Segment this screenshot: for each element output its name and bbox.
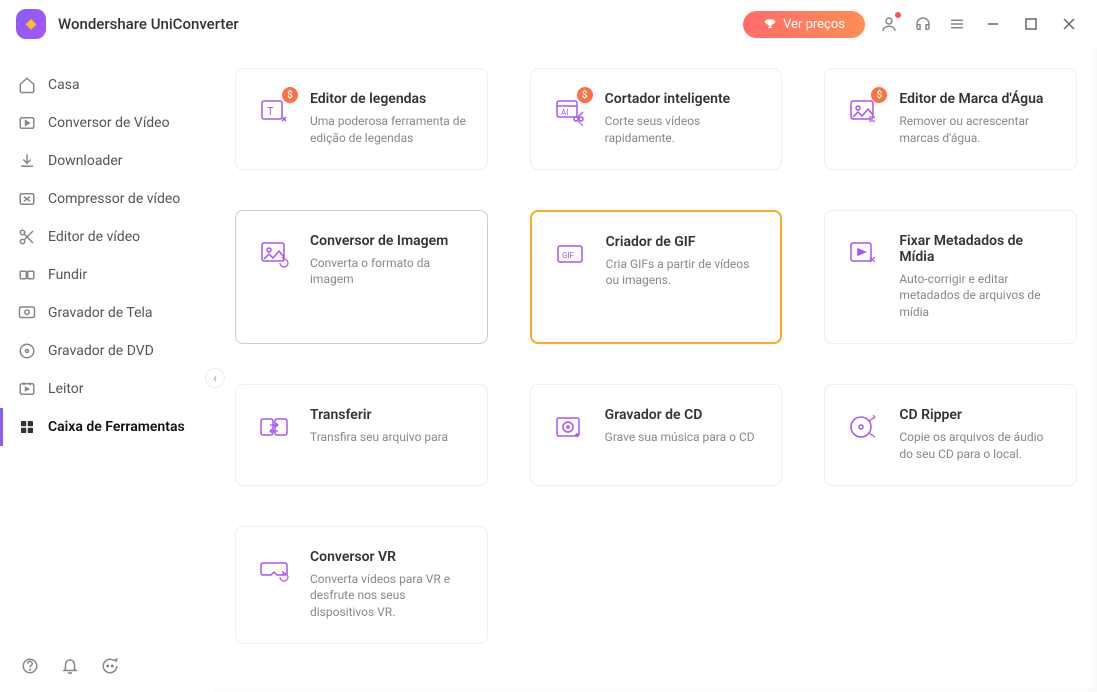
paid-badge-icon: $ [282,87,298,103]
sidebar-item-dvd-burner[interactable]: Gravador de DVD [0,332,215,370]
sidebar-label: Caixa de Ferramentas [48,419,185,435]
app-title: Wondershare UniConverter [58,15,239,33]
tool-title: Fixar Metadados de Mídia [899,233,1058,265]
tool-title: Criador de GIF [606,234,763,250]
tool-title: Gravador de CD [605,407,764,423]
tool-title: CD Ripper [899,407,1058,423]
svg-text:AI: AI [561,108,568,117]
tool-title: Conversor VR [310,549,469,565]
smart-cut-icon: AI $ [549,91,589,131]
maximize-button[interactable] [1019,12,1043,36]
pricing-label: Ver preços [783,17,845,32]
player-icon [18,380,36,398]
dvd-icon [18,342,36,360]
subtitle-icon: T $ [254,91,294,131]
sidebar-label: Casa [48,77,80,93]
bell-icon[interactable] [60,656,80,676]
tool-desc: Transfira seu arquivo para [310,429,469,446]
screen-record-icon [18,304,36,322]
tool-desc: Copie os arquivos de áudio do seu CD par… [899,429,1058,463]
gif-icon: GIF [550,234,590,274]
sidebar-item-toolbox[interactable]: Caixa de Ferramentas [0,408,215,446]
tool-desc: Grave sua música para o CD [605,429,764,446]
titlebar: ◆ Wondershare UniConverter Ver preços [0,0,1097,48]
sidebar-item-merge[interactable]: Fundir [0,256,215,294]
tool-card-transfer[interactable]: Transferir Transfira seu arquivo para [235,384,488,486]
scissors-icon [18,228,36,246]
sidebar: Casa Conversor de Vídeo Downloader Compr… [0,48,215,692]
sidebar-label: Downloader [48,153,123,169]
user-icon[interactable] [879,14,899,34]
cd-burn-icon [549,407,589,447]
home-icon [18,76,36,94]
tool-card-image-converter[interactable]: Conversor de Imagem Converta o formato d… [235,210,488,344]
sidebar-item-editor[interactable]: Editor de vídeo [0,218,215,256]
pricing-button[interactable]: Ver preços [743,11,865,38]
transfer-icon [254,407,294,447]
tool-title: Editor de legendas [310,91,469,107]
toolbox-icon [18,418,36,436]
vr-icon [254,549,294,589]
help-icon[interactable] [20,656,40,676]
sidebar-label: Conversor de Vídeo [48,115,170,131]
paid-badge-icon: $ [577,87,593,103]
tool-card-fix-metadata[interactable]: Fixar Metadados de Mídia Auto-corrigir e… [824,210,1077,344]
minimize-button[interactable] [981,12,1005,36]
sidebar-item-converter[interactable]: Conversor de Vídeo [0,104,215,142]
tool-card-watermark[interactable]: $ Editor de Marca d'Água Remover ou acre… [824,68,1077,170]
tool-card-cd-burner[interactable]: Gravador de CD Grave sua música para o C… [530,384,783,486]
sidebar-label: Leitor [48,381,84,397]
tool-title: Cortador inteligente [605,91,764,107]
tool-title: Transferir [310,407,469,423]
sidebar-item-home[interactable]: Casa [0,66,215,104]
sidebar-item-player[interactable]: Leitor [0,370,215,408]
sidebar-item-compressor[interactable]: Compressor de vídeo [0,180,215,218]
menu-icon[interactable] [947,14,967,34]
tool-title: Editor de Marca d'Água [899,91,1058,107]
tool-card-vr-converter[interactable]: Conversor VR Converta vídeos para VR e d… [235,526,488,644]
app-logo: ◆ [16,9,46,39]
tool-card-cd-ripper[interactable]: CD Ripper Copie os arquivos de áudio do … [824,384,1077,486]
tool-card-smart-cutter[interactable]: AI $ Cortador inteligente Corte seus víd… [530,68,783,170]
support-icon[interactable] [913,14,933,34]
tool-title: Conversor de Imagem [310,233,469,249]
sidebar-label: Gravador de DVD [48,343,154,359]
svg-text:T: T [267,105,274,118]
tool-desc: Remover ou acrescentar marcas d'água. [899,113,1058,147]
close-button[interactable] [1057,12,1081,36]
sidebar-collapse-button[interactable]: ‹ [205,368,225,388]
svg-text:GIF: GIF [562,251,575,260]
image-convert-icon [254,233,294,273]
cd-rip-icon [843,407,883,447]
tool-desc: Converta o formato da imagem [310,255,469,289]
download-icon [18,152,36,170]
tool-card-gif-maker[interactable]: GIF Criador de GIF Cria GIFs a partir de… [530,210,783,344]
sidebar-item-downloader[interactable]: Downloader [0,142,215,180]
content-area: T $ Editor de legendas Uma poderosa ferr… [215,48,1097,692]
merge-icon [18,266,36,284]
sidebar-label: Gravador de Tela [48,305,153,321]
tool-desc: Cria GIFs a partir de vídeos ou imagens. [606,256,763,290]
tool-desc: Auto-corrigir e editar metadados de arqu… [899,271,1058,321]
sidebar-label: Fundir [48,267,87,283]
paid-badge-icon: $ [871,87,887,103]
sidebar-label: Editor de vídeo [48,229,140,245]
converter-icon [18,114,36,132]
watermark-icon: $ [843,91,883,131]
compress-icon [18,190,36,208]
tool-card-subtitle-editor[interactable]: T $ Editor de legendas Uma poderosa ferr… [235,68,488,170]
sidebar-label: Compressor de vídeo [48,191,180,207]
tool-desc: Converta vídeos para VR e desfrute nos s… [310,571,469,621]
sidebar-item-screen-recorder[interactable]: Gravador de Tela [0,294,215,332]
feedback-icon[interactable] [100,656,120,676]
tool-desc: Uma poderosa ferramenta de edição de leg… [310,113,469,147]
tool-desc: Corte seus vídeos rapidamente. [605,113,764,147]
metadata-icon [843,233,883,273]
